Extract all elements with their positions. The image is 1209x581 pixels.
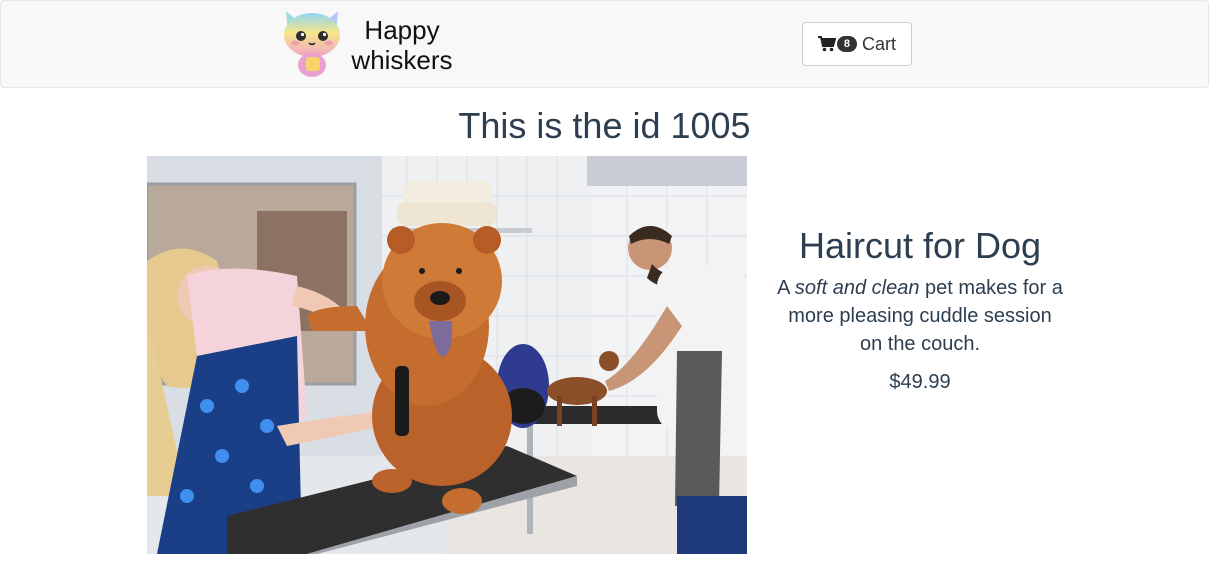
brand-name: Happy whiskers (346, 15, 458, 75)
cart-count-badge: 8 (836, 36, 857, 52)
page-title: This is the id 1005 (458, 105, 751, 146)
product-description: A soft and clean pet makes for a more pl… (775, 274, 1065, 358)
product-image (147, 156, 747, 554)
product-details: Haircut for Dog A soft and clean pet mak… (765, 224, 1075, 396)
product-name: Haircut for Dog (798, 225, 1042, 266)
product-price: $49.99 (889, 371, 951, 393)
navbar: Happy whiskers 8 Cart (0, 0, 1209, 88)
desc-prefix: A (777, 277, 795, 299)
cart-label: Cart (861, 33, 896, 54)
brand-line-1: Happy (364, 15, 440, 45)
shopping-cart-icon (817, 36, 836, 52)
desc-emphasis: soft and clean (794, 277, 920, 299)
brand-line-2: whiskers (351, 45, 453, 75)
brand-link[interactable]: Happy whiskers (280, 7, 480, 83)
cart-button[interactable]: 8 Cart (802, 22, 912, 66)
dog-grooming-photo (147, 156, 747, 554)
rainbow-cat-icon (284, 11, 340, 77)
